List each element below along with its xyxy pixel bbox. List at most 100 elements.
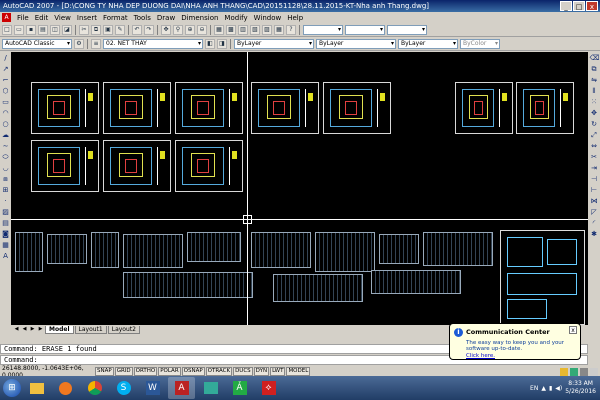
make-current-icon[interactable]: ◧ xyxy=(205,38,215,49)
hatch-icon[interactable]: ▨ xyxy=(1,208,10,217)
media-player-icon[interactable] xyxy=(52,377,79,399)
dim-style-select[interactable] xyxy=(345,24,385,35)
explode-icon[interactable]: ✱ xyxy=(590,230,599,239)
language-indicator[interactable]: EN xyxy=(530,385,538,392)
arc-icon[interactable]: ◠ xyxy=(1,109,10,118)
menu-view[interactable]: View xyxy=(51,14,74,22)
lineweight-select[interactable]: ByLayer xyxy=(398,38,458,49)
copy-object-icon[interactable]: ⧉ xyxy=(590,65,599,74)
minimize-button[interactable]: _ xyxy=(560,1,572,11)
help-icon[interactable]: ? xyxy=(286,24,296,35)
menu-dimension[interactable]: Dimension xyxy=(178,14,221,22)
region-icon[interactable]: ◙ xyxy=(1,230,10,239)
pan-icon[interactable]: ✥ xyxy=(161,24,171,35)
first-tab-button[interactable]: ◀ xyxy=(13,326,20,333)
lwt-toggle[interactable]: LWT xyxy=(270,367,286,376)
break-point-icon[interactable]: ⊣ xyxy=(590,175,599,184)
volume-icon[interactable]: ◀) xyxy=(555,385,562,392)
menu-edit[interactable]: Edit xyxy=(32,14,52,22)
revision-cloud-icon[interactable]: ☁ xyxy=(1,131,10,140)
save-icon[interactable]: ▪ xyxy=(26,24,36,35)
word-icon[interactable]: W xyxy=(139,377,166,399)
menu-format[interactable]: Format xyxy=(100,14,131,22)
calculator-icon[interactable]: ▦ xyxy=(274,24,284,35)
table-icon[interactable]: ▦ xyxy=(1,241,10,250)
open-icon[interactable]: ▭ xyxy=(14,24,24,35)
autocad-icon[interactable]: A xyxy=(168,377,195,399)
chrome-icon[interactable] xyxy=(81,377,108,399)
polyline-icon[interactable]: ⌐ xyxy=(1,76,10,85)
ortho-toggle[interactable]: ORTHO xyxy=(133,367,158,376)
image-viewer-icon[interactable] xyxy=(197,377,224,399)
explorer-icon[interactable] xyxy=(23,377,50,399)
lock-icon[interactable] xyxy=(560,367,568,376)
ducs-toggle[interactable]: DUCS xyxy=(233,367,253,376)
close-button[interactable]: x xyxy=(586,1,598,11)
gradient-icon[interactable]: ▤ xyxy=(1,219,10,228)
tool-palettes-icon[interactable]: ▥ xyxy=(238,24,248,35)
design-center-icon[interactable]: ▩ xyxy=(226,24,236,35)
otrack-toggle[interactable]: OTRACK xyxy=(205,367,233,376)
polygon-icon[interactable]: ⬡ xyxy=(1,87,10,96)
balloon-close-button[interactable]: x xyxy=(569,326,577,334)
ellipse-arc-icon[interactable]: ◡ xyxy=(1,164,10,173)
zoom-previous-icon[interactable]: ⊖ xyxy=(197,24,207,35)
chamfer-icon[interactable]: ◸ xyxy=(590,208,599,217)
skype-icon[interactable]: S xyxy=(110,377,137,399)
zoom-realtime-icon[interactable]: ⚲ xyxy=(173,24,183,35)
workspace-settings-icon[interactable]: ⚙ xyxy=(74,38,84,49)
model-toggle[interactable]: MODEL xyxy=(286,367,311,376)
app-icon[interactable]: Ả xyxy=(226,377,253,399)
grid-toggle[interactable]: GRID xyxy=(114,367,133,376)
print-icon[interactable]: ▤ xyxy=(38,24,48,35)
spline-icon[interactable]: ∼ xyxy=(1,142,10,151)
acrobat-icon[interactable]: ⟡ xyxy=(255,377,282,399)
mirror-icon[interactable]: ⇋ xyxy=(590,76,599,85)
layer-select[interactable]: 02. NET THAY xyxy=(103,38,203,49)
osnap-toggle[interactable]: OSNAP xyxy=(181,367,205,376)
tab-layout2[interactable]: Layout2 xyxy=(107,325,140,334)
ellipse-icon[interactable]: ⬭ xyxy=(1,153,10,162)
new-icon[interactable]: □ xyxy=(2,24,12,35)
menu-modify[interactable]: Modify xyxy=(221,14,250,22)
zoom-window-icon[interactable]: ⊕ xyxy=(185,24,195,35)
communication-center-icon[interactable] xyxy=(570,367,578,376)
plotstyle-select[interactable]: ByColor xyxy=(460,38,500,49)
trim-icon[interactable]: ✂ xyxy=(590,153,599,162)
mtext-icon[interactable]: A xyxy=(1,252,10,261)
clean-screen-icon[interactable] xyxy=(590,367,598,376)
maximize-button[interactable]: □ xyxy=(573,1,585,11)
array-icon[interactable]: ⁙ xyxy=(590,98,599,107)
last-tab-button[interactable]: ▶ xyxy=(37,326,44,333)
erase-icon[interactable]: ⌫ xyxy=(590,54,600,63)
text-style-select[interactable] xyxy=(303,24,343,35)
table-style-select[interactable] xyxy=(387,24,427,35)
clock[interactable]: 8:33 AM 5/26/2016 xyxy=(565,380,596,396)
menu-help[interactable]: Help xyxy=(284,14,306,22)
tray-settings-icon[interactable] xyxy=(580,367,588,376)
make-block-icon[interactable]: ⊞ xyxy=(1,186,10,195)
snap-toggle[interactable]: SNAP xyxy=(95,367,114,376)
menu-window[interactable]: Window xyxy=(251,14,285,22)
stretch-icon[interactable]: ⇔ xyxy=(590,142,599,151)
next-tab-button[interactable]: ▶ xyxy=(29,326,36,333)
construction-line-icon[interactable]: ↗ xyxy=(1,65,10,74)
menu-file[interactable]: File xyxy=(14,14,32,22)
point-icon[interactable]: · xyxy=(1,197,10,206)
model-space-canvas[interactable] xyxy=(11,52,588,325)
cut-icon[interactable]: ✂ xyxy=(79,24,89,35)
join-icon[interactable]: ⋈ xyxy=(590,197,599,206)
insert-block-icon[interactable]: ⧈ xyxy=(1,175,10,184)
rotate-icon[interactable]: ↻ xyxy=(590,120,599,129)
fillet-icon[interactable]: ◜ xyxy=(590,219,599,228)
workspace-select[interactable]: AutoCAD Classic xyxy=(2,38,72,49)
scale-icon[interactable]: ⤢ xyxy=(590,131,599,140)
move-icon[interactable]: ✥ xyxy=(590,109,599,118)
prev-tab-button[interactable]: ◀ xyxy=(21,326,28,333)
color-select[interactable]: ByLayer xyxy=(234,38,314,49)
markup-icon[interactable]: ▨ xyxy=(262,24,272,35)
extend-icon[interactable]: ⇥ xyxy=(590,164,599,173)
undo-icon[interactable]: ↶ xyxy=(132,24,142,35)
balloon-link[interactable]: Click here. xyxy=(466,353,576,359)
line-icon[interactable]: / xyxy=(1,54,10,63)
